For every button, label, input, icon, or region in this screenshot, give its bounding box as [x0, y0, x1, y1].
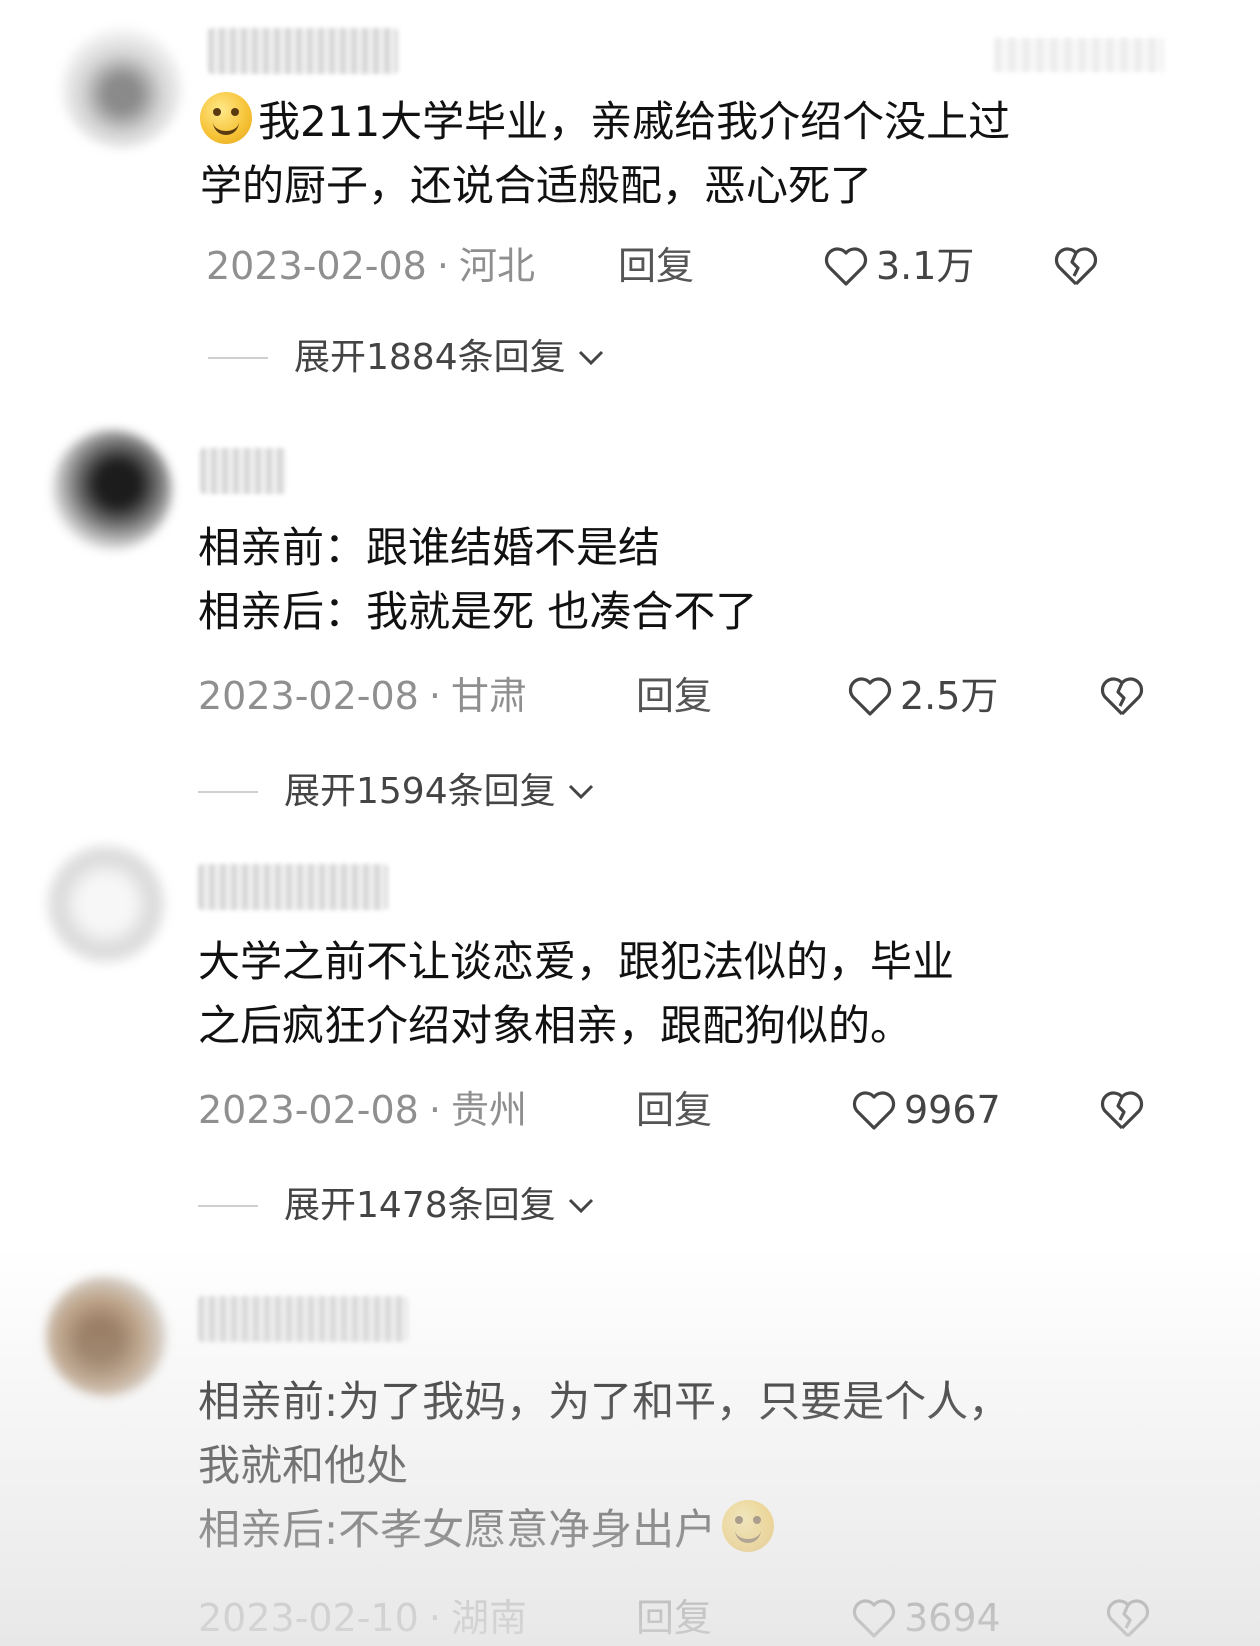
comment-meta: 2023-02-08 · 贵州	[198, 1082, 527, 1138]
comment-list: 我211大学毕业，亲戚给我介绍个没上过 学的厨子，还说合适般配，恶心死了 202…	[0, 0, 1260, 1646]
dislike-button[interactable]	[1052, 238, 1100, 294]
reply-button[interactable]: 回复	[636, 668, 712, 724]
like-button[interactable]: 9967	[850, 1082, 1001, 1138]
expand-replies-button[interactable]: 展开1884条回复	[208, 330, 606, 386]
divider-line	[198, 791, 258, 793]
expand-replies-button[interactable]: 展开1594条回复	[198, 764, 596, 820]
avatar[interactable]	[46, 844, 166, 964]
divider-line	[198, 1205, 258, 1207]
like-count: 3.1万	[876, 244, 975, 288]
like-button[interactable]: 3.1万	[822, 238, 974, 294]
comment-location: 甘肃	[450, 674, 527, 718]
comment-meta: 2023-02-08 · 河北	[206, 238, 535, 294]
broken-heart-icon	[1100, 1091, 1144, 1130]
heart-outline-icon	[848, 677, 892, 716]
reply-button[interactable]: 回复	[636, 1082, 712, 1138]
like-button[interactable]: 2.5万	[846, 668, 998, 724]
username[interactable]	[208, 28, 398, 74]
expand-replies-label: 展开1594条回复	[284, 771, 556, 812]
comment-date: 2023-02-10	[198, 1596, 419, 1640]
heart-outline-icon	[852, 1091, 896, 1130]
chevron-down-icon	[578, 350, 603, 366]
expand-replies-label: 展开1884条回复	[294, 337, 566, 378]
comment-text: 相亲前：跟谁结婚不是结 相亲后：我就是死 也凑合不了	[198, 523, 758, 636]
avatar[interactable]	[62, 28, 182, 148]
like-count: 9967	[904, 1088, 1001, 1132]
separator-dot: ·	[436, 244, 449, 288]
broken-heart-icon	[1106, 1599, 1150, 1638]
like-count: 3694	[904, 1596, 1001, 1640]
separator-dot: ·	[428, 1088, 441, 1132]
broken-heart-icon	[1100, 677, 1144, 716]
dislike-button[interactable]	[1098, 668, 1146, 724]
comment-location: 湖南	[450, 1596, 527, 1640]
like-button[interactable]: 3694	[850, 1590, 1001, 1646]
reply-button[interactable]: 回复	[636, 1590, 712, 1646]
comment-date: 2023-02-08	[198, 674, 419, 718]
comment-location: 河北	[458, 244, 535, 288]
divider-line	[208, 357, 268, 359]
comment-text: 我211大学毕业，亲戚给我介绍个没上过 学的厨子，还说合适般配，恶心死了	[200, 90, 1010, 218]
username[interactable]	[198, 1296, 408, 1342]
broken-heart-icon	[1054, 247, 1098, 286]
separator-dot: ·	[428, 1596, 441, 1640]
heart-outline-icon	[852, 1599, 896, 1638]
avatar[interactable]	[46, 1276, 166, 1396]
username[interactable]	[200, 448, 286, 494]
comment-date: 2023-02-08	[206, 244, 427, 288]
heart-outline-icon	[824, 247, 868, 286]
sweat-smile-emoji-icon	[200, 92, 252, 144]
comment-meta: 2023-02-08 · 甘肃	[198, 668, 527, 724]
expand-replies-label: 展开1478条回复	[284, 1185, 556, 1226]
like-count: 2.5万	[900, 674, 999, 718]
dislike-button[interactable]	[1098, 1082, 1146, 1138]
separator-dot: ·	[428, 674, 441, 718]
comment-meta: 2023-02-10 · 湖南	[198, 1590, 527, 1646]
comment-date: 2023-02-08	[198, 1088, 419, 1132]
comment-text: 相亲前:为了我妈，为了和平，只要是个人， 我就和他处 相亲后:不孝女愿意净身出户	[198, 1377, 1011, 1554]
dislike-button[interactable]	[1104, 1590, 1152, 1646]
comment-location: 贵州	[450, 1088, 527, 1132]
comment-text: 大学之前不让谈恋爱，跟犯法似的，毕业 之后疯狂介绍对象相亲，跟配狗似的。	[198, 937, 955, 1050]
avatar[interactable]	[52, 430, 172, 550]
watermark	[994, 38, 1164, 72]
chevron-down-icon	[568, 1198, 593, 1214]
expand-replies-button[interactable]: 展开1478条回复	[198, 1178, 596, 1234]
reply-button[interactable]: 回复	[618, 238, 694, 294]
username[interactable]	[198, 864, 388, 910]
chevron-down-icon	[568, 784, 593, 800]
smile-emoji-icon	[722, 1500, 775, 1552]
